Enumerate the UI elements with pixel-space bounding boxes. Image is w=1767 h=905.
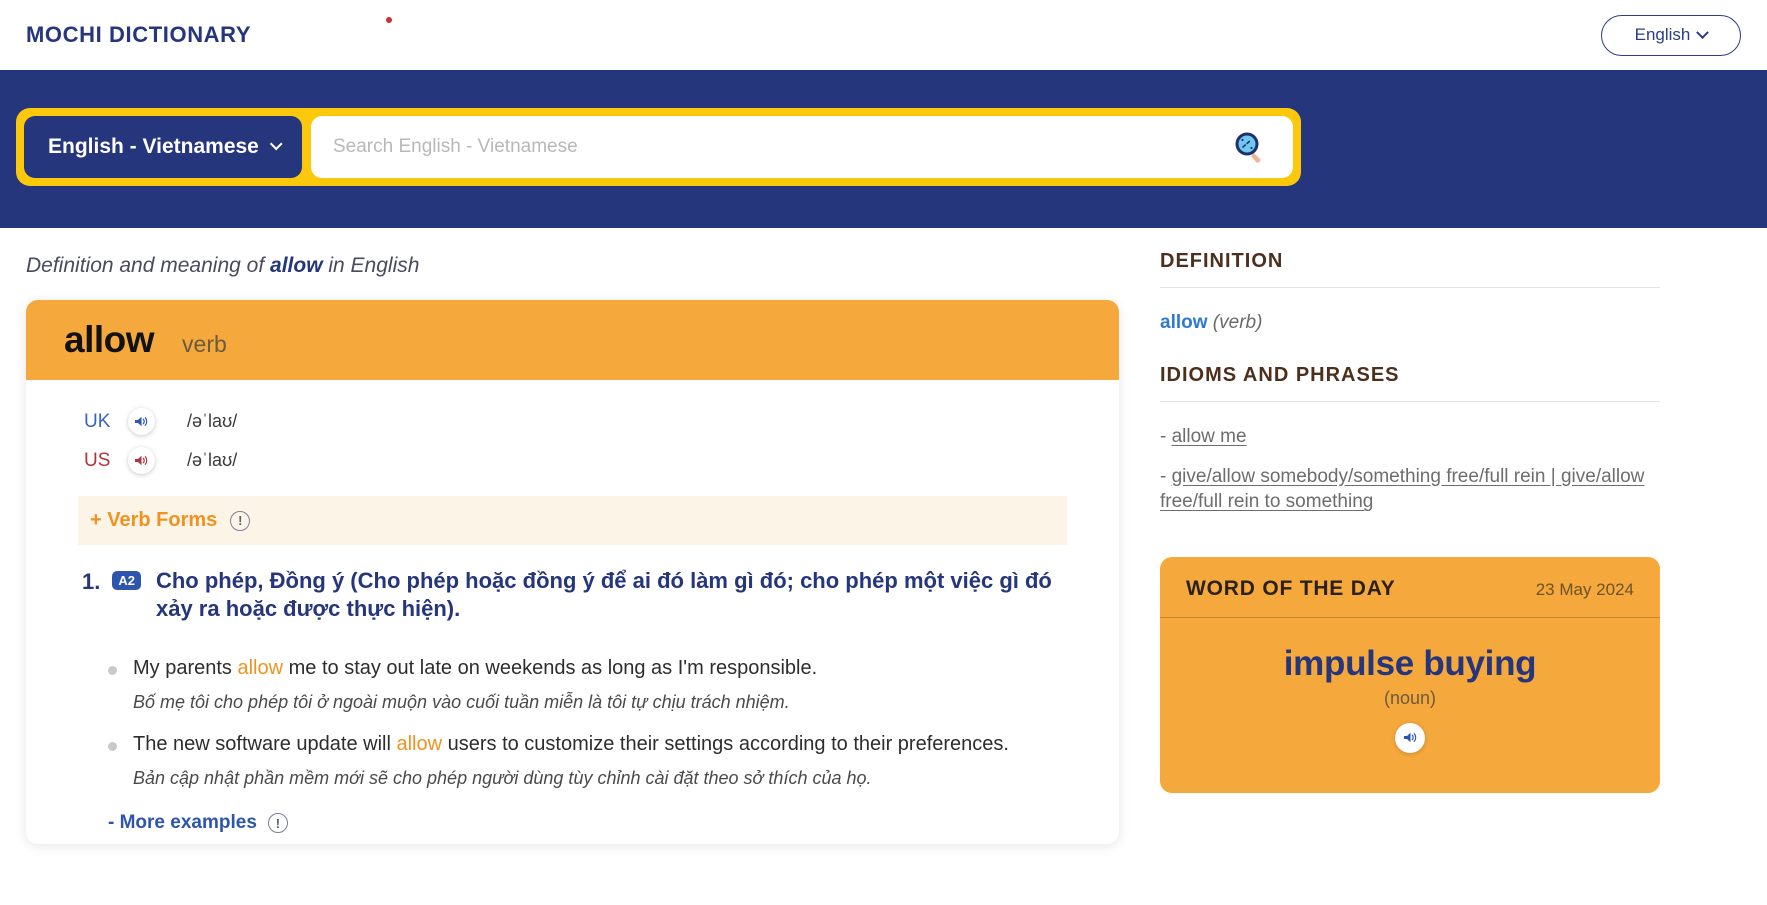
word-of-the-day-card: WORD OF THE DAY 23 May 2024 impulse buyi… (1160, 556, 1660, 793)
breadcrumb: Definition and meaning of allow in Engli… (26, 228, 1126, 300)
brand-logo[interactable]: MOCHI DICTIONARY (26, 22, 251, 48)
play-pronunciation-us-button[interactable] (128, 447, 155, 474)
example-sentence-vi: Bố mẹ tôi cho phép tôi ở ngoài muộn vào … (133, 691, 790, 712)
pronunciation-region-us: US (84, 449, 111, 471)
more-examples-label: - More examples (108, 812, 257, 833)
sidebar-idioms-section: IDIOMS AND PHRASES - allow me - give/all… (1160, 364, 1660, 515)
idiom-link[interactable]: allow me (1172, 426, 1247, 447)
example-sentence-en: My parents allow me to stay out late on … (133, 655, 817, 681)
word-of-the-day-pos: (noun) (1383, 687, 1437, 708)
example-item: My parents allow me to stay out late on … (108, 655, 1063, 714)
example-en-after: me to stay out late on weekends as long … (283, 657, 818, 680)
bullet-icon (108, 742, 117, 752)
page-body: Definition and meaning of allow in Engli… (0, 228, 1767, 844)
example-en-after: users to customize their settings accord… (442, 733, 1009, 756)
sidebar-idioms-heading: IDIOMS AND PHRASES (1160, 364, 1400, 386)
top-bar: MOCHI DICTIONARY English (0, 0, 1767, 70)
list-item: - allow me (1160, 424, 1660, 450)
magnifier-icon (1235, 132, 1261, 163)
breadcrumb-word: allow (270, 254, 323, 277)
breadcrumb-suffix: in English (328, 254, 420, 277)
search-button[interactable] (1227, 124, 1273, 170)
pronunciation-row-uk: UK /əˈlaʊ/ (26, 402, 1119, 441)
idiom-dash: - (1160, 426, 1167, 447)
search-band: English - Vietnamese (0, 70, 1767, 228)
info-exclamation-icon[interactable]: ! (230, 510, 251, 531)
word-card: allow verb UK /əˈlaʊ/ US /əˈlaʊ/ + Verb … (26, 300, 1119, 844)
language-pair-selector[interactable]: English - Vietnamese (24, 116, 302, 178)
definition-entry: 1. A2 Cho phép, Đồng ý (Cho phép hoặc đồ… (26, 545, 1119, 622)
sidebar-definition-heading: DEFINITION (1160, 250, 1284, 272)
sidebar: DEFINITION allow (verb) IDIOMS AND PHRAS… (1160, 228, 1660, 844)
more-examples-toggle[interactable]: - More examples ! (26, 790, 1119, 834)
main-column: Definition and meaning of allow in Engli… (26, 228, 1126, 844)
example-en-before: The new software update will (133, 733, 397, 756)
pronunciation-ipa-uk: /əˈlaʊ/ (187, 411, 238, 431)
pronunciation-region-uk: UK (84, 410, 111, 432)
definition-text: Cho phép, Đồng ý (Cho phép hoặc đồng ý đ… (155, 568, 1052, 621)
info-exclamation-icon[interactable]: ! (267, 813, 288, 833)
sidebar-definition-word-link[interactable]: allow (1160, 312, 1208, 333)
chevron-down-icon (269, 137, 283, 150)
idioms-list: - allow me - give/allow somebody/somethi… (1160, 402, 1660, 515)
search-input[interactable] (333, 136, 1227, 158)
word-card-body: UK /əˈlaʊ/ US /əˈlaʊ/ + Verb Forms ! 1. … (26, 380, 1119, 844)
search-container: English - Vietnamese (16, 108, 1301, 186)
word-of-the-day-date: 23 May 2024 (1535, 579, 1634, 599)
bullet-icon (108, 666, 117, 676)
ui-language-label: English (1634, 25, 1691, 44)
play-pronunciation-uk-button[interactable] (128, 408, 155, 435)
sidebar-definition-pos: (verb) (1212, 312, 1263, 333)
language-pair-label: English - Vietnamese (48, 135, 259, 158)
pronunciation-ipa-us: /əˈlaʊ/ (187, 450, 238, 470)
speaker-icon (135, 416, 148, 427)
example-item: The new software update will allow users… (108, 731, 1063, 790)
list-item: - give/allow somebody/something free/ful… (1160, 464, 1660, 515)
sidebar-definition-section: DEFINITION allow (verb) (1160, 250, 1660, 334)
word-of-the-day-header: WORD OF THE DAY 23 May 2024 (1160, 557, 1660, 618)
verb-forms-toggle[interactable]: + Verb Forms ! (78, 496, 1067, 545)
example-en-highlight: allow (396, 733, 443, 756)
word-card-header: allow verb (26, 300, 1119, 380)
breadcrumb-prefix: Definition and meaning of (26, 254, 265, 277)
cefr-level-badge: A2 (112, 571, 141, 590)
speaker-icon (1403, 733, 1416, 743)
speaker-icon (135, 455, 148, 466)
idiom-link[interactable]: give/allow somebody/something free/full … (1160, 466, 1644, 513)
word-of-the-day-body: impulse buying (noun) (1160, 618, 1660, 793)
idiom-dash: - (1160, 465, 1167, 487)
chevron-down-icon (1696, 25, 1710, 39)
search-field[interactable] (311, 116, 1293, 178)
sidebar-definition-row: allow (verb) (1160, 288, 1660, 334)
ui-language-selector[interactable]: English (1601, 14, 1741, 56)
pronunciation-row-us: US /əˈlaʊ/ (26, 441, 1119, 480)
example-en-before: My parents (133, 657, 238, 680)
example-sentence-vi: Bản cập nhật phần mềm mới sẽ cho phép ng… (133, 767, 872, 788)
verb-forms-label: + Verb Forms (90, 509, 218, 531)
example-en-highlight: allow (237, 657, 284, 680)
word-of-the-day-title: WORD OF THE DAY (1186, 576, 1396, 600)
play-word-of-the-day-button[interactable] (1395, 722, 1425, 753)
examples-list: My parents allow me to stay out late on … (26, 622, 1119, 790)
notification-dot-icon (386, 17, 392, 23)
headword-part-of-speech: verb (182, 331, 227, 357)
definition-number: 1. (82, 569, 101, 594)
word-of-the-day-word[interactable]: impulse buying (1180, 644, 1640, 684)
example-sentence-en: The new software update will allow users… (133, 731, 1009, 757)
headword: allow (64, 319, 155, 360)
